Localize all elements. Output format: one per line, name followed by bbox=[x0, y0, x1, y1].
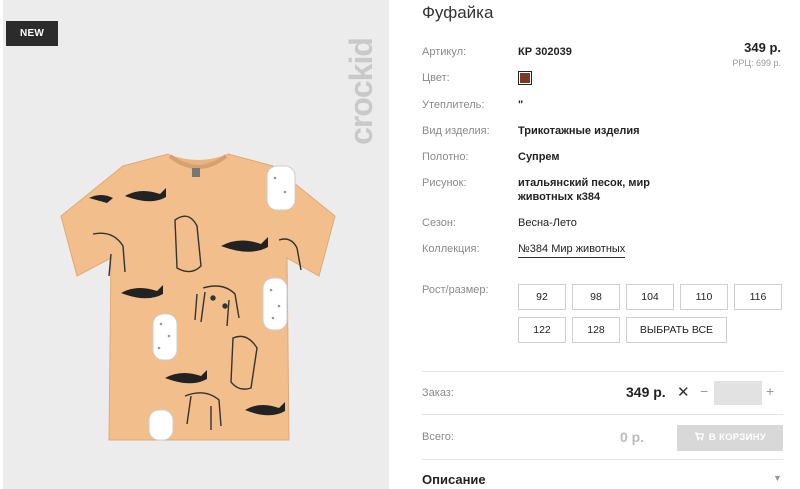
decrement-button[interactable]: − bbox=[700, 383, 708, 399]
tshirt-illustration bbox=[60, 153, 336, 441]
select-all-sizes-button[interactable]: ВЫБРАТЬ ВСЕ bbox=[626, 317, 727, 343]
product-title: Фуфайка bbox=[422, 3, 494, 22]
attr-label: Цвет: bbox=[422, 72, 450, 84]
chevron-down-icon[interactable]: ▼ bbox=[773, 473, 782, 483]
color-swatch[interactable] bbox=[518, 71, 532, 85]
divider bbox=[422, 414, 783, 415]
cart-icon bbox=[694, 432, 704, 441]
total-value: 0 р. bbox=[620, 429, 645, 445]
attr-value: итальянский песок, мир bbox=[518, 177, 650, 189]
size-option-110[interactable]: 110 bbox=[680, 284, 728, 310]
remove-icon[interactable]: ✕ bbox=[677, 383, 690, 401]
add-to-cart-button[interactable]: В КОРЗИНУ bbox=[677, 425, 783, 451]
order-label: Заказ: bbox=[422, 387, 454, 399]
attr-value: Весна-Лето bbox=[518, 217, 577, 229]
add-to-cart-label: В КОРЗИНУ bbox=[708, 432, 767, 443]
attr-label: Коллекция: bbox=[422, 243, 480, 255]
product-image[interactable]: NEW crockid bbox=[3, 0, 389, 489]
quantity-input[interactable] bbox=[714, 381, 762, 405]
new-badge: NEW bbox=[6, 21, 58, 46]
size-option-98[interactable]: 98 bbox=[572, 284, 620, 310]
product-price: 349 р. bbox=[744, 40, 781, 55]
total-label: Всего: bbox=[422, 431, 454, 443]
size-option-122[interactable]: 122 bbox=[518, 317, 566, 343]
attr-label: Полотно: bbox=[422, 151, 469, 163]
size-option-128[interactable]: 128 bbox=[572, 317, 620, 343]
attr-label: Утеплитель: bbox=[422, 99, 485, 111]
attr-label: Сезон: bbox=[422, 217, 456, 229]
attr-value: Трикотажные изделия bbox=[518, 125, 640, 137]
attr-label: Артикул: bbox=[422, 46, 467, 58]
size-option-104[interactable]: 104 bbox=[626, 284, 674, 310]
divider bbox=[422, 459, 783, 460]
attr-label: Рисунок: bbox=[422, 177, 467, 189]
sizes-label: Рост/размер: bbox=[422, 284, 489, 296]
attr-label: Вид изделия: bbox=[422, 125, 490, 137]
divider bbox=[422, 371, 783, 372]
brand-watermark: crockid bbox=[343, 18, 389, 158]
collection-link[interactable]: №384 Мир животных bbox=[518, 243, 626, 258]
attr-value-line2: животных к384 bbox=[518, 191, 601, 203]
attr-value: " bbox=[518, 99, 524, 111]
recommended-price: РРЦ: 699 р. bbox=[732, 58, 781, 68]
size-option-116[interactable]: 116 bbox=[734, 284, 782, 310]
order-price: 349 р. bbox=[626, 384, 666, 400]
size-option-92[interactable]: 92 bbox=[518, 284, 566, 310]
attr-value: КР 302039 bbox=[518, 46, 572, 58]
increment-button[interactable]: + bbox=[766, 383, 774, 399]
attr-value: Супрем bbox=[518, 151, 560, 163]
description-toggle[interactable]: Описание bbox=[422, 472, 486, 487]
brand-logo: crockid bbox=[342, 38, 379, 145]
